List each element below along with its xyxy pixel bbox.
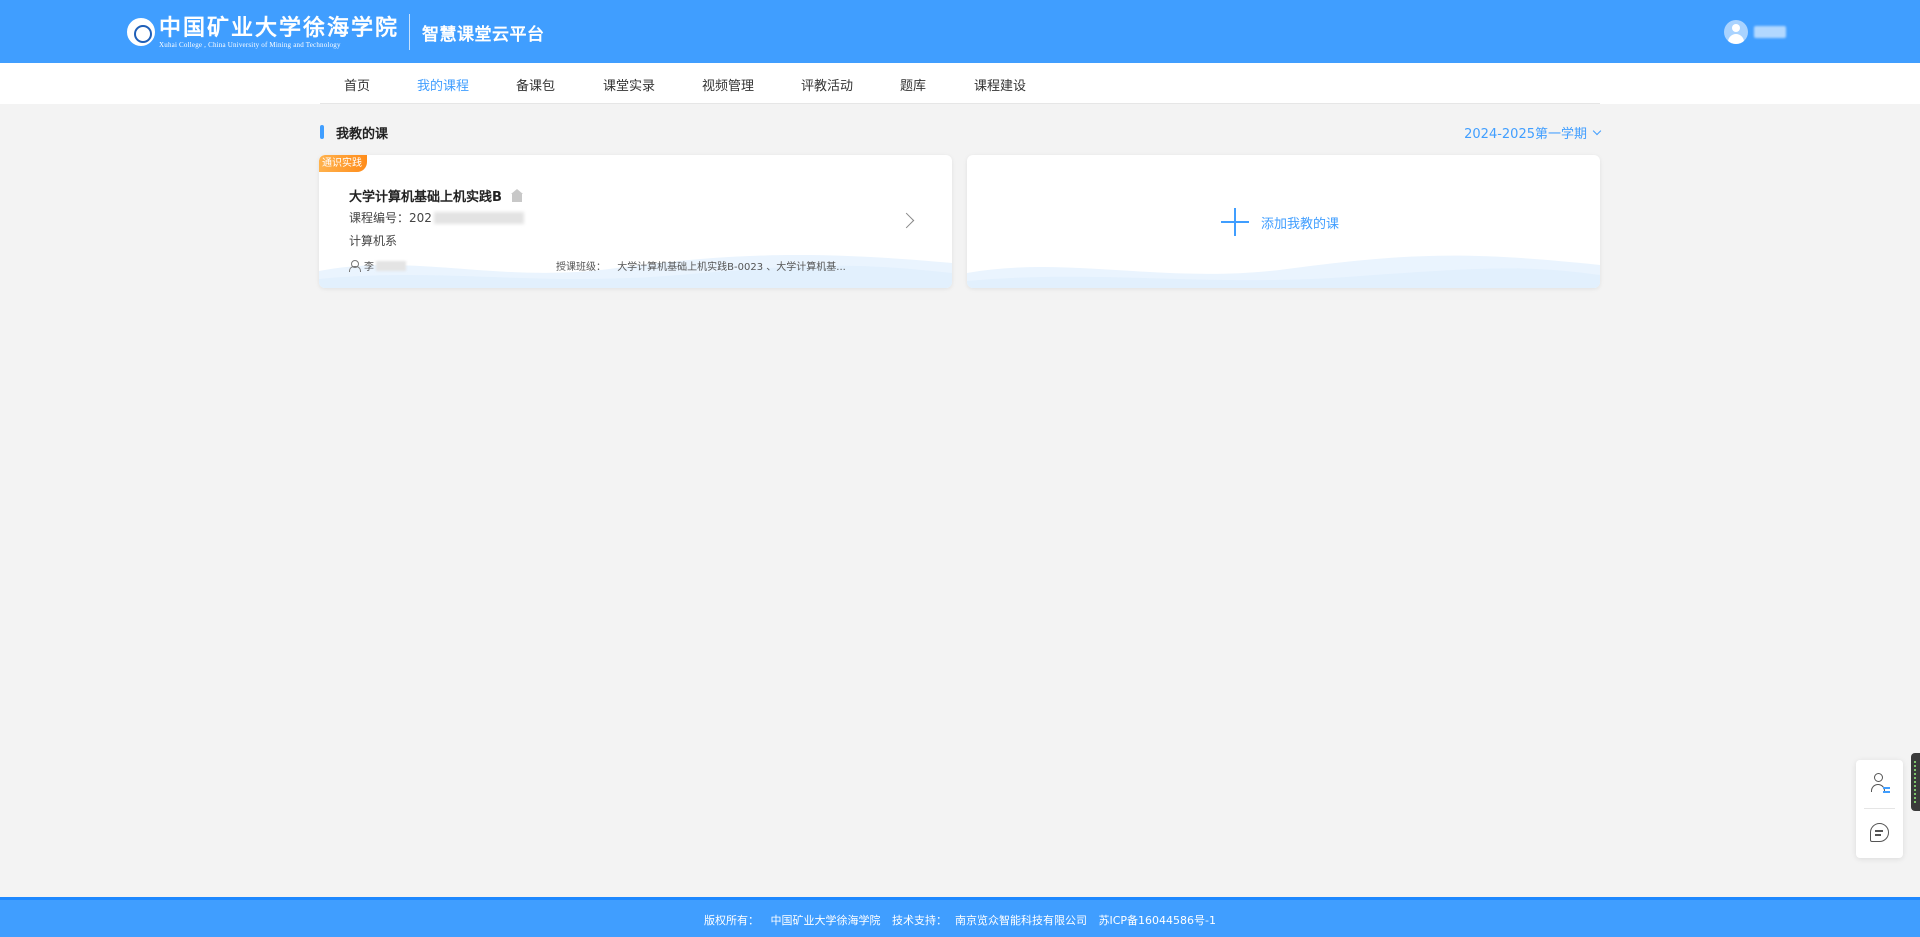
logo-divider (409, 14, 411, 50)
course-card[interactable]: 通识实践 大学计算机基础上机实践B 课程编号： 202 计算机系 李 授课班级：… (319, 155, 952, 288)
section-header: 我教的课 2024-2025第一学期 (320, 122, 1602, 142)
course-code: 课程编号： 202 (349, 209, 524, 226)
term-selector-value[interactable]: 2024-2025第一学期 (1464, 123, 1587, 142)
home-icon (510, 189, 524, 202)
nav-inner: 首页 我的课程 备课包 课堂实录 视频管理 评教活动 题库 课程建设 (320, 63, 1600, 104)
course-code-value: 202 (409, 210, 432, 225)
side-drawer-handle[interactable] (1911, 753, 1920, 811)
section-title: 我教的课 (336, 127, 389, 142)
course-code-label: 课程编号： (349, 211, 410, 225)
course-title-text[interactable]: 大学计算机基础上机实践B (349, 186, 502, 205)
footer: 版权所有： 中国矿业大学徐海学院 技术支持： 南京览众智能科技有限公司 苏ICP备… (0, 897, 1920, 937)
course-department: 计算机系 (349, 234, 398, 248)
nav-item-class-recordings[interactable]: 课堂实录 (603, 75, 655, 94)
classes-label: 授课班级： (556, 262, 606, 273)
top-header: 中国矿业大学徐海学院 Xuhai College , China Univers… (0, 0, 1920, 63)
user-service-button[interactable] (1856, 760, 1903, 809)
classes-value: 大学计算机基础上机实践B-0023 、大学计算机基... (617, 262, 846, 273)
logo-text: 中国矿业大学徐海学院 Xuhai College , China Univers… (159, 15, 399, 50)
user-menu[interactable] (1724, 20, 1786, 44)
college-logo[interactable]: 中国矿业大学徐海学院 Xuhai College , China Univers… (127, 12, 545, 52)
course-title[interactable]: 大学计算机基础上机实践B (349, 186, 524, 205)
course-classes: 授课班级： 大学计算机基础上机实践B-0023 、大学计算机基... (556, 258, 846, 273)
card-wave-decoration (967, 255, 1600, 288)
nav-item-question-bank[interactable]: 题库 (900, 75, 926, 94)
support-label: 技术支持： (891, 914, 947, 927)
plus-icon[interactable] (1221, 208, 1249, 236)
icp-number[interactable]: 苏ICP备16044586号-1 (1098, 914, 1216, 927)
term-selector[interactable]: 2024-2025第一学期 (1464, 123, 1602, 142)
footer-text: 版权所有： 中国矿业大学徐海学院 技术支持： 南京览众智能科技有限公司 苏ICP备… (0, 912, 1920, 928)
add-course-card[interactable]: 添加我教的课 (967, 155, 1600, 288)
username-redacted[interactable] (1754, 26, 1786, 38)
chevron-right-icon[interactable] (898, 212, 915, 229)
college-emblem-icon (127, 18, 155, 46)
teacher-name: 李 (364, 262, 374, 273)
platform-title: 智慧课堂云平台 (422, 24, 545, 45)
chat-bubble-icon[interactable] (1870, 823, 1889, 842)
copyright-value: 中国矿业大学徐海学院 (770, 914, 881, 927)
logo-chinese-name: 中国矿业大学徐海学院 (159, 14, 400, 41)
main-nav: 首页 我的课程 备课包 课堂实录 视频管理 评教活动 题库 课程建设 (0, 63, 1920, 104)
course-type-badge: 通识实践 (319, 155, 367, 172)
nav-item-home[interactable]: 首页 (344, 75, 370, 94)
chat-button[interactable] (1856, 809, 1903, 858)
support-value: 南京览众智能科技有限公司 (954, 914, 1087, 927)
nav-item-teaching-evaluation[interactable]: 评教活动 (801, 75, 853, 94)
nav-item-course-building[interactable]: 课程建设 (974, 75, 1026, 94)
copyright-label: 版权所有： (703, 914, 759, 927)
avatar-icon[interactable] (1724, 20, 1748, 44)
user-list-icon[interactable] (1871, 773, 1890, 795)
teacher-name-redacted (376, 260, 406, 271)
logo-english-name: Xuhai College , China University of Mini… (159, 40, 341, 49)
course-code-redacted (433, 211, 524, 224)
course-teacher: 李 (349, 258, 406, 273)
person-icon (349, 260, 361, 272)
floating-toolbar (1856, 760, 1903, 858)
add-course-label[interactable]: 添加我教的课 (1261, 213, 1339, 232)
nav-item-video-management[interactable]: 视频管理 (702, 75, 754, 94)
nav-item-my-courses[interactable]: 我的课程 (417, 75, 469, 94)
section-accent-bar (320, 125, 324, 139)
chevron-down-icon[interactable] (1592, 126, 1602, 135)
nav-item-prep-package[interactable]: 备课包 (516, 75, 555, 94)
add-course-button[interactable]: 添加我教的课 (1221, 208, 1339, 236)
